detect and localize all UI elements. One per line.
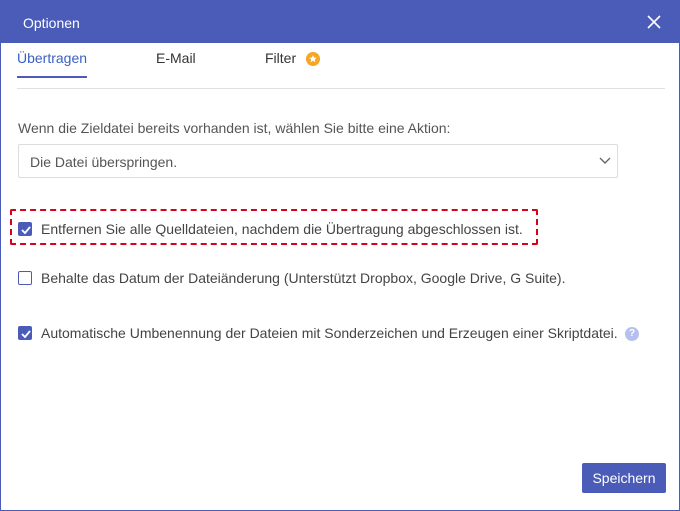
title-bar: Optionen <box>1 1 679 43</box>
options-dialog: Optionen Übertragen E-Mail Filter Wenn d… <box>0 0 680 511</box>
chevron-down-icon <box>599 157 611 164</box>
delete-source-checkbox[interactable] <box>18 222 32 236</box>
question-icon[interactable]: ? <box>625 327 639 341</box>
star-icon <box>306 52 320 66</box>
tab-bar: Übertragen E-Mail Filter <box>1 43 679 89</box>
check-icon <box>21 226 31 235</box>
tab-label: Übertragen <box>17 50 88 66</box>
select-value: Die Datei überspringen. <box>30 154 178 170</box>
option-label: Entfernen Sie alle Quelldateien, nachdem… <box>41 221 523 237</box>
conflict-label: Wenn die Zieldatei bereits vorhanden ist… <box>18 120 451 136</box>
option-label: Automatische Umbenennung der Dateien mit… <box>41 325 618 341</box>
tab-uebertragen[interactable]: Übertragen <box>17 50 88 78</box>
tab-email[interactable]: E-Mail <box>156 50 196 78</box>
tab-label: E-Mail <box>156 50 196 66</box>
close-icon[interactable] <box>645 13 663 31</box>
dialog-title: Optionen <box>23 15 80 31</box>
option-label: Behalte das Datum der Dateiänderung (Unt… <box>41 270 566 286</box>
active-tab-indicator <box>17 76 88 78</box>
conflict-action-select[interactable]: Die Datei überspringen. <box>18 144 618 178</box>
tab-label: Filter <box>265 50 297 66</box>
tab-filter[interactable]: Filter <box>265 50 296 78</box>
save-button[interactable]: Speichern <box>582 463 666 493</box>
check-icon <box>21 330 31 339</box>
keep-date-checkbox[interactable] <box>18 271 32 285</box>
auto-rename-checkbox[interactable] <box>18 326 32 340</box>
tab-divider <box>17 88 665 89</box>
